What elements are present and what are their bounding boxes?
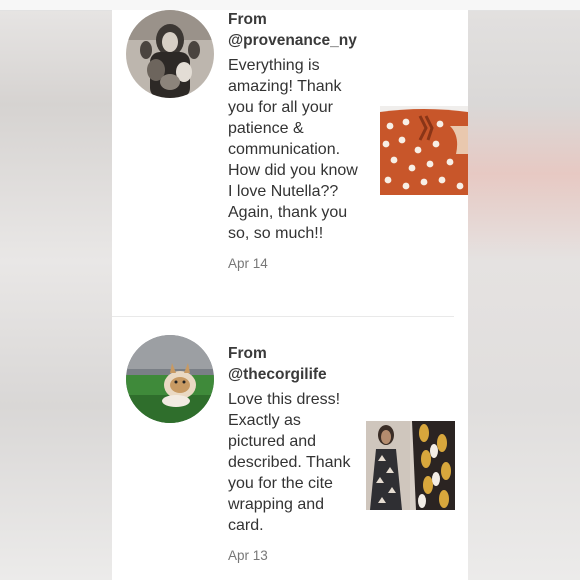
review-date: Apr 14 <box>228 256 268 271</box>
blurred-background-left <box>0 0 112 580</box>
review-item[interactable]: From @provenance_ny Everything is amazin… <box>112 10 468 320</box>
from-label: From <box>228 11 267 28</box>
reviews-panel[interactable]: From @provenance_ny Everything is amazin… <box>112 10 468 580</box>
polka-dot-pants-photo-icon <box>380 106 468 195</box>
reviewer-handle[interactable]: @thecorgilife <box>228 364 360 385</box>
review-text: From @provenance_ny Everything is amazin… <box>228 10 360 271</box>
review-date: Apr 13 <box>228 548 268 563</box>
review-text: From @thecorgilife Love this dress! Exac… <box>228 343 360 563</box>
user-avatar-icon <box>126 10 214 98</box>
review-body: Everything is amazing! Thank you for all… <box>228 57 358 242</box>
reviewer-handle[interactable]: @provenance_ny <box>228 30 360 51</box>
blurred-background-right <box>468 0 580 580</box>
corgi-avatar-icon <box>126 335 214 423</box>
patterned-dress-photo-icon <box>366 421 455 510</box>
reviewer-avatar[interactable] <box>126 10 214 98</box>
listing-thumbnail[interactable] <box>366 421 455 510</box>
from-label: From <box>228 345 267 362</box>
review-body: Love this dress! Exactly as pictured and… <box>228 391 351 534</box>
listing-thumbnail[interactable] <box>380 106 468 195</box>
review-divider <box>112 316 454 317</box>
reviewer-avatar[interactable] <box>126 335 214 423</box>
review-item[interactable]: From @thecorgilife Love this dress! Exac… <box>112 325 468 580</box>
